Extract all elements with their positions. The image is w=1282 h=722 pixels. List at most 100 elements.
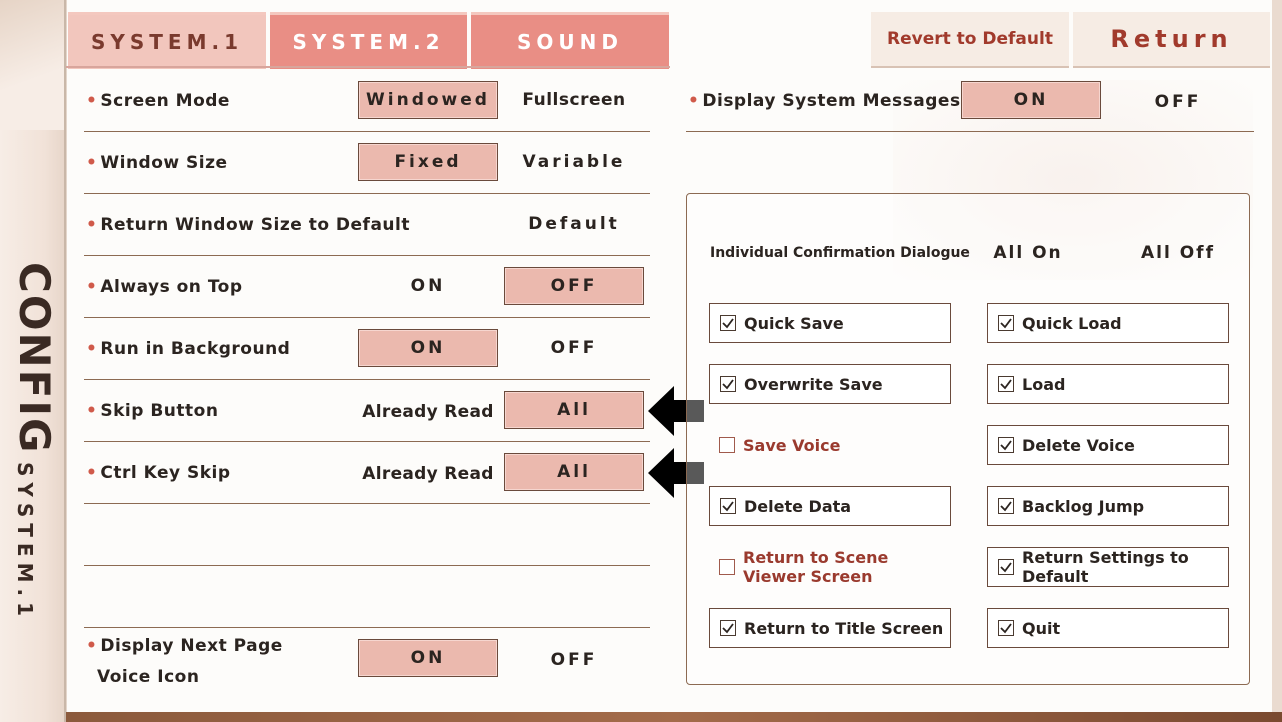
confirm-overwrite-save-toggle[interactable]: Overwrite Save	[709, 364, 951, 404]
next-page-icon-line2: Voice Icon	[97, 667, 200, 687]
system-messages-on-option[interactable]: ON	[961, 81, 1101, 119]
divider	[84, 627, 650, 628]
empty-checkbox-icon	[719, 559, 735, 575]
checkmark-icon	[720, 498, 736, 514]
revert-to-default-button[interactable]: Revert to Default	[871, 12, 1069, 68]
always-on-top-label: • Always on Top	[86, 277, 243, 297]
windowed-option[interactable]: Windowed	[358, 81, 498, 119]
run-in-background-label: • Run in Background	[86, 339, 290, 359]
confirm-return-to-scene-viewer-screen-toggle[interactable]: Return to Scene Viewer Screen	[709, 547, 951, 587]
confirm-item-label: Quick Save	[744, 313, 844, 333]
skip-button-label: • Skip Button	[86, 401, 218, 421]
config-subtitle: SYSTEM.1	[13, 462, 37, 623]
bottom-edge	[66, 712, 1282, 722]
bullet-icon: •	[688, 91, 700, 111]
divider	[84, 565, 650, 566]
confirm-return-to-title-screen-toggle[interactable]: Return to Title Screen	[709, 608, 951, 648]
system-messages-text: Display System Messages	[702, 91, 961, 111]
ctrl-key-skip-label: • Ctrl Key Skip	[86, 463, 231, 483]
divider	[84, 503, 650, 504]
bullet-icon: •	[86, 215, 98, 235]
bullet-icon: •	[86, 339, 98, 359]
checkmark-icon	[720, 376, 736, 392]
divider	[84, 317, 650, 318]
confirm-item-label: Save Voice	[743, 435, 841, 455]
checkmark-icon	[720, 620, 736, 636]
run-bg-off-option[interactable]: OFF	[504, 329, 644, 367]
fixed-option[interactable]: Fixed	[358, 143, 498, 181]
tab-sound[interactable]: SOUND	[471, 12, 669, 69]
always-on-top-on-option[interactable]: ON	[358, 267, 498, 305]
skip-all-option[interactable]: All	[504, 391, 644, 429]
default-option[interactable]: Default	[504, 205, 644, 243]
return-window-size-text: Return Window Size to Default	[100, 215, 410, 235]
divider	[84, 255, 650, 256]
confirm-delete-data-toggle[interactable]: Delete Data	[709, 486, 951, 526]
next-page-icon-line1: Display Next Page	[100, 636, 283, 656]
screen-mode-text: Screen Mode	[100, 91, 230, 111]
bullet-icon: •	[86, 401, 98, 421]
confirm-save-voice-toggle[interactable]: Save Voice	[709, 425, 951, 465]
next-page-icon-label: • Display Next Page	[86, 636, 283, 656]
confirmation-heading: Individual Confirmation Dialogue	[710, 245, 970, 261]
confirm-quit-toggle[interactable]: Quit	[987, 608, 1229, 648]
right-edge	[1272, 0, 1282, 712]
skip-button-text: Skip Button	[100, 401, 219, 421]
variable-option[interactable]: Variable	[504, 143, 644, 181]
confirm-item-label: Quick Load	[1022, 313, 1122, 333]
return-button[interactable]: Return	[1073, 12, 1270, 68]
all-off-button[interactable]: All Off	[1118, 234, 1238, 272]
ctrl-key-skip-text: Ctrl Key Skip	[100, 463, 231, 483]
confirm-item-label: Delete Data	[744, 496, 852, 516]
system-messages-label: • Display System Messages	[688, 91, 961, 111]
tab-system1[interactable]: SYSTEM.1	[68, 12, 266, 69]
bullet-icon: •	[86, 91, 98, 111]
checkmark-icon	[720, 315, 736, 331]
checkmark-icon	[998, 315, 1014, 331]
checkmark-icon	[998, 376, 1014, 392]
checkmark-icon	[998, 437, 1014, 453]
divider	[84, 441, 650, 442]
checkmark-icon	[998, 559, 1014, 575]
divider	[84, 379, 650, 380]
ctrl-already-read-option[interactable]: Already Read	[358, 455, 498, 493]
window-size-text: Window Size	[100, 153, 228, 173]
next-page-icon-on-option[interactable]: ON	[358, 639, 498, 677]
confirm-item-label: Return to Scene Viewer Screen	[743, 548, 889, 586]
skip-already-read-option[interactable]: Already Read	[358, 393, 498, 431]
system-messages-off-option[interactable]: OFF	[1108, 83, 1248, 121]
bullet-icon: •	[86, 277, 98, 297]
screen-mode-label: • Screen Mode	[86, 91, 230, 111]
confirm-delete-voice-toggle[interactable]: Delete Voice	[987, 425, 1229, 465]
return-window-size-label: • Return Window Size to Default	[86, 215, 410, 235]
tab-underline	[66, 66, 670, 68]
confirm-item-label: Quit	[1022, 618, 1061, 638]
all-on-button[interactable]: All On	[968, 234, 1088, 272]
confirm-backlog-jump-toggle[interactable]: Backlog Jump	[987, 486, 1229, 526]
confirm-item-label: Delete Voice	[1022, 435, 1135, 455]
bullet-icon: •	[86, 636, 98, 656]
window-size-label: • Window Size	[86, 153, 228, 173]
confirm-load-toggle[interactable]: Load	[987, 364, 1229, 404]
sidebar-decoration	[0, 0, 64, 130]
run-bg-on-option[interactable]: ON	[358, 329, 498, 367]
divider	[84, 131, 650, 132]
tab-system2[interactable]: SYSTEM.2	[270, 12, 467, 69]
config-sidebar: CONFIG SYSTEM.1	[0, 0, 66, 722]
divider	[84, 193, 650, 194]
confirm-item-label: Return Settings to Default	[1022, 548, 1189, 586]
bullet-icon: •	[86, 463, 98, 483]
fullscreen-option[interactable]: Fullscreen	[504, 81, 644, 119]
always-on-top-text: Always on Top	[100, 277, 243, 297]
next-page-icon-off-option[interactable]: OFF	[504, 641, 644, 679]
confirm-item-label: Return to Title Screen	[744, 618, 944, 638]
confirm-item-label: Backlog Jump	[1022, 496, 1145, 516]
confirm-quick-load-toggle[interactable]: Quick Load	[987, 303, 1229, 343]
empty-checkbox-icon	[719, 437, 735, 453]
confirm-quick-save-toggle[interactable]: Quick Save	[709, 303, 951, 343]
confirm-return-settings-to-default-toggle[interactable]: Return Settings to Default	[987, 547, 1229, 587]
bullet-icon: •	[86, 153, 98, 173]
always-on-top-off-option[interactable]: OFF	[504, 267, 644, 305]
divider	[686, 131, 1254, 132]
ctrl-all-option[interactable]: All	[504, 453, 644, 491]
